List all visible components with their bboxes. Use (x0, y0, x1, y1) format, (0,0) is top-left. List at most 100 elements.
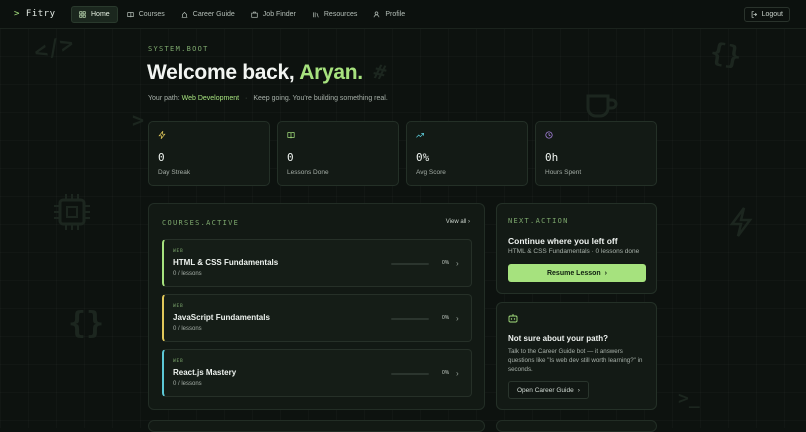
nav-courses-label: Courses (139, 11, 165, 18)
stat-value: 0% (416, 151, 429, 164)
course-tag: WEB (173, 359, 184, 364)
nav-profile[interactable]: Profile (366, 6, 412, 23)
nav-resources-label: Resources (324, 11, 357, 18)
home-icon (79, 11, 86, 18)
stat-label: Hours Spent (545, 169, 581, 176)
next-action-card: NEXT.ACTION Continue where you left off … (496, 203, 657, 294)
chevron-right-icon: > (14, 9, 20, 19)
stat-value: 0h (545, 151, 558, 164)
compass-icon (181, 11, 188, 18)
stat-card-day-streak: 0 Day Streak (148, 121, 270, 186)
course-tag: WEB (173, 249, 184, 254)
chevron-right-icon[interactable]: › (456, 259, 459, 268)
view-all-link[interactable]: View all › (446, 219, 470, 225)
bg-prompt-icon: >_ (678, 388, 700, 409)
bg-braces-icon: {} (708, 38, 744, 73)
stat-card-hours-spent: 0h Hours Spent (535, 121, 657, 186)
library-icon (312, 11, 319, 18)
bottom-panel-peek (148, 420, 485, 432)
course-progress-bar (391, 263, 429, 265)
trending-up-icon (416, 131, 424, 139)
course-tag: WEB (173, 304, 184, 309)
course-item-html-css[interactable]: WEB HTML & CSS Fundamentals 0 / lessons … (162, 239, 472, 287)
user-name: Aryan. (299, 61, 363, 84)
nav-courses[interactable]: Courses (120, 6, 172, 23)
chevron-right-icon: › (468, 219, 470, 225)
book-icon (127, 11, 134, 18)
course-progress-value: 0% (442, 315, 449, 321)
career-guide-card: Not sure about your path? Talk to the Ca… (496, 302, 657, 410)
next-action-subtitle: HTML & CSS Fundamentals · 0 lessons done (508, 248, 639, 255)
path-message: Keep going. You're building something re… (253, 95, 387, 102)
logout-label: Logout (762, 11, 783, 18)
career-guide-body: Talk to the Career Guide bot — it answer… (508, 347, 650, 374)
career-guide-title: Not sure about your path? (508, 334, 608, 343)
course-lessons: 0 / lessons (173, 326, 202, 332)
chevron-right-icon[interactable]: › (456, 314, 459, 323)
course-item-javascript[interactable]: WEB JavaScript Fundamentals 0 / lessons … (162, 294, 472, 342)
bg-bolt-icon (726, 206, 756, 238)
course-lessons: 0 / lessons (173, 381, 202, 387)
course-progress-value: 0% (442, 260, 449, 266)
courses-panel: COURSES.ACTIVE View all › WEB HTML & CSS… (148, 203, 485, 410)
nav-resources[interactable]: Resources (305, 6, 364, 23)
courses-title: COURSES.ACTIVE (162, 219, 239, 227)
bg-cup-icon (582, 88, 618, 122)
view-all-label: View all (446, 219, 467, 225)
stat-value: 0 (287, 151, 294, 164)
bg-braces-icon: {} (68, 306, 104, 341)
course-progress-value: 0% (442, 370, 449, 376)
nav-links: Home Courses Career Guide Job Finder Res… (71, 6, 412, 23)
book-open-icon (287, 131, 295, 139)
nav-profile-label: Profile (385, 11, 405, 18)
path-separator: · (245, 95, 247, 102)
briefcase-icon (251, 11, 258, 18)
logout-button[interactable]: Logout (744, 7, 790, 22)
open-career-guide-label: Open Career Guide (517, 387, 574, 394)
course-lessons: 0 / lessons (173, 271, 202, 277)
stat-card-avg-score: 0% Avg Score (406, 121, 528, 186)
bottom-card-peek (496, 420, 657, 432)
course-title: React.js Mastery (173, 368, 236, 377)
course-title: JavaScript Fundamentals (173, 313, 270, 322)
stat-label: Lessons Done (287, 169, 329, 176)
nav-home-label: Home (91, 11, 110, 18)
chevron-right-icon: › (578, 387, 580, 394)
nav-home[interactable]: Home (71, 6, 118, 23)
nav-job-finder-label: Job Finder (263, 11, 296, 18)
course-item-react[interactable]: WEB React.js Mastery 0 / lessons 0% › (162, 349, 472, 397)
nav-career-guide[interactable]: Career Guide (174, 6, 242, 23)
chevron-right-icon[interactable]: › (456, 369, 459, 378)
course-progress-bar (391, 373, 429, 375)
app-name: Fitry (26, 9, 56, 19)
nav-career-guide-label: Career Guide (193, 11, 235, 18)
bg-chevron-icon: > (132, 108, 144, 132)
welcome-text: Welcome back, (147, 61, 294, 84)
logout-icon (751, 11, 758, 18)
path-value[interactable]: Web Development (182, 95, 239, 102)
chevron-right-icon: › (605, 270, 607, 277)
next-action-tag: NEXT.ACTION (508, 217, 569, 225)
resume-lesson-label: Resume Lesson (547, 270, 601, 277)
stat-card-lessons-done: 0 Lessons Done (277, 121, 399, 186)
stat-value: 0 (158, 151, 165, 164)
bot-icon (508, 313, 518, 323)
stat-label: Day Streak (158, 169, 190, 176)
app-logo[interactable]: > Fitry (14, 9, 56, 19)
stat-label: Avg Score (416, 169, 446, 176)
resume-lesson-button[interactable]: Resume Lesson › (508, 264, 646, 282)
course-progress-bar (391, 318, 429, 320)
nav-job-finder[interactable]: Job Finder (244, 6, 303, 23)
user-icon (373, 11, 380, 18)
path-line: Your path: Web Development · Keep going.… (148, 95, 388, 102)
welcome-heading: Welcome back, Aryan. (147, 61, 363, 85)
course-title: HTML & CSS Fundamentals (173, 258, 278, 267)
top-navbar: > Fitry Home Courses Career Guide Job Fin… (0, 0, 806, 29)
bg-chip-icon (50, 190, 94, 234)
path-label: Your path: (148, 95, 180, 102)
clock-icon (545, 131, 553, 139)
zap-icon (158, 131, 166, 139)
system-boot-tag: SYSTEM.BOOT (148, 45, 209, 53)
next-action-title: Continue where you left off (508, 236, 618, 246)
open-career-guide-button[interactable]: Open Career Guide › (508, 381, 589, 399)
